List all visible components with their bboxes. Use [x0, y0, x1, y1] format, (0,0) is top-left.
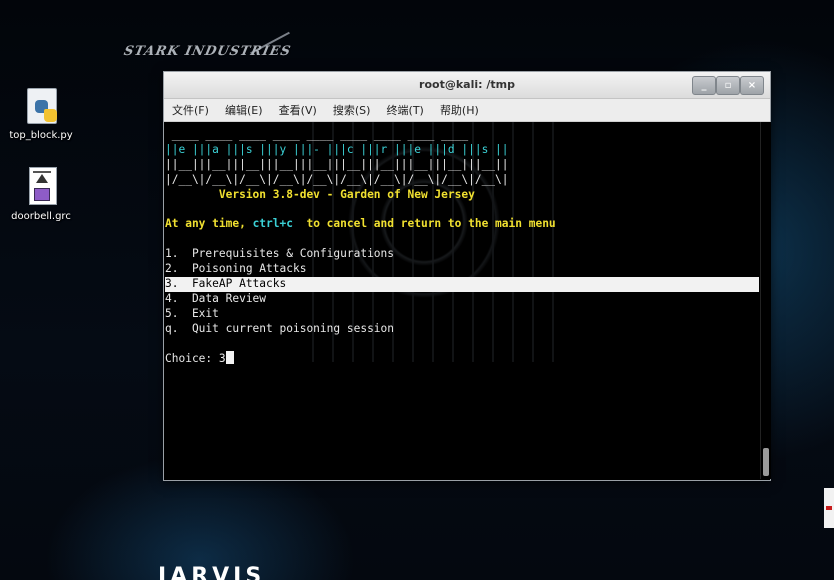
- prompt-label: Choice:: [165, 352, 219, 366]
- desktop-icon-label: doorbell.grc: [11, 211, 71, 222]
- menu-option-5[interactable]: 5. Exit: [165, 307, 759, 322]
- shortcut-key-text: ctrl+c: [252, 217, 293, 231]
- close-button[interactable]: ×: [740, 76, 764, 95]
- scrollbar-thumb[interactable]: [763, 448, 769, 476]
- menu-file[interactable]: 文件(F): [172, 100, 209, 122]
- menu-terminal[interactable]: 终端(T): [387, 100, 424, 122]
- menu-help[interactable]: 帮助(H): [440, 100, 479, 122]
- menu-bar: 文件(F) 编辑(E) 查看(V) 搜索(S) 终端(T) 帮助(H): [164, 99, 770, 122]
- banner-line: ____ ____ ____ ____ ____ ____ ____ ____ …: [165, 128, 469, 141]
- menu-search[interactable]: 搜索(S): [333, 100, 371, 122]
- banner-line: ||__|||__|||__|||__|||__|||__|||__|||__|…: [165, 157, 509, 171]
- jarvis-logo-text: JARVIS: [158, 564, 266, 580]
- desktop-icon-top-block[interactable]: top_block.py: [0, 86, 86, 141]
- menu-option-q[interactable]: q. Quit current poisoning session: [165, 322, 759, 337]
- desktop-icon-label: top_block.py: [9, 130, 73, 141]
- prompt-input[interactable]: 3: [219, 352, 226, 365]
- edge-window-fragment: [824, 488, 834, 528]
- maximize-button[interactable]: ▫: [716, 76, 740, 95]
- banner-line: |/__\|/__\|/__\|/__\|/__\|/__\|/__\|/__\…: [165, 172, 509, 186]
- minimize-button[interactable]: _: [692, 76, 716, 95]
- menu-option-2[interactable]: 2. Poisoning Attacks: [165, 262, 759, 277]
- menu-view[interactable]: 查看(V): [279, 100, 317, 122]
- instruction-line: At any time, ctrl+c to cancel and return…: [165, 217, 556, 231]
- python-file-icon: [21, 86, 61, 126]
- menu-option-4[interactable]: 4. Data Review: [165, 292, 759, 307]
- window-title: root@kali: /tmp: [419, 78, 515, 91]
- window-titlebar[interactable]: root@kali: /tmp _ ▫ ×: [164, 72, 770, 99]
- gnuradio-file-icon: [21, 167, 61, 207]
- desktop-icon-doorbell[interactable]: doorbell.grc: [0, 167, 86, 222]
- text-cursor: [225, 351, 234, 365]
- banner-line: ||e |||a |||s |||y |||- |||c |||r |||e |…: [165, 142, 509, 156]
- prompt-line[interactable]: Choice: 3: [165, 351, 759, 366]
- terminal-window: root@kali: /tmp _ ▫ × 文件(F) 编辑(E) 查看(V) …: [163, 71, 771, 481]
- terminal-scrollbar[interactable]: [760, 122, 771, 479]
- version-line: Version 3.8-dev - Garden of New Jersey: [165, 187, 475, 201]
- menu-option-1[interactable]: 1. Prerequisites & Configurations: [165, 247, 759, 262]
- stark-industries-logo: STARK INDUSTRIES: [122, 44, 293, 59]
- menu-option-3-selected[interactable]: 3. FakeAP Attacks: [165, 276, 759, 292]
- terminal-area[interactable]: ____ ____ ____ ____ ____ ____ ____ ____ …: [164, 122, 760, 479]
- terminal-output: ____ ____ ____ ____ ____ ____ ____ ____ …: [165, 128, 759, 366]
- menu-edit[interactable]: 编辑(E): [225, 100, 263, 122]
